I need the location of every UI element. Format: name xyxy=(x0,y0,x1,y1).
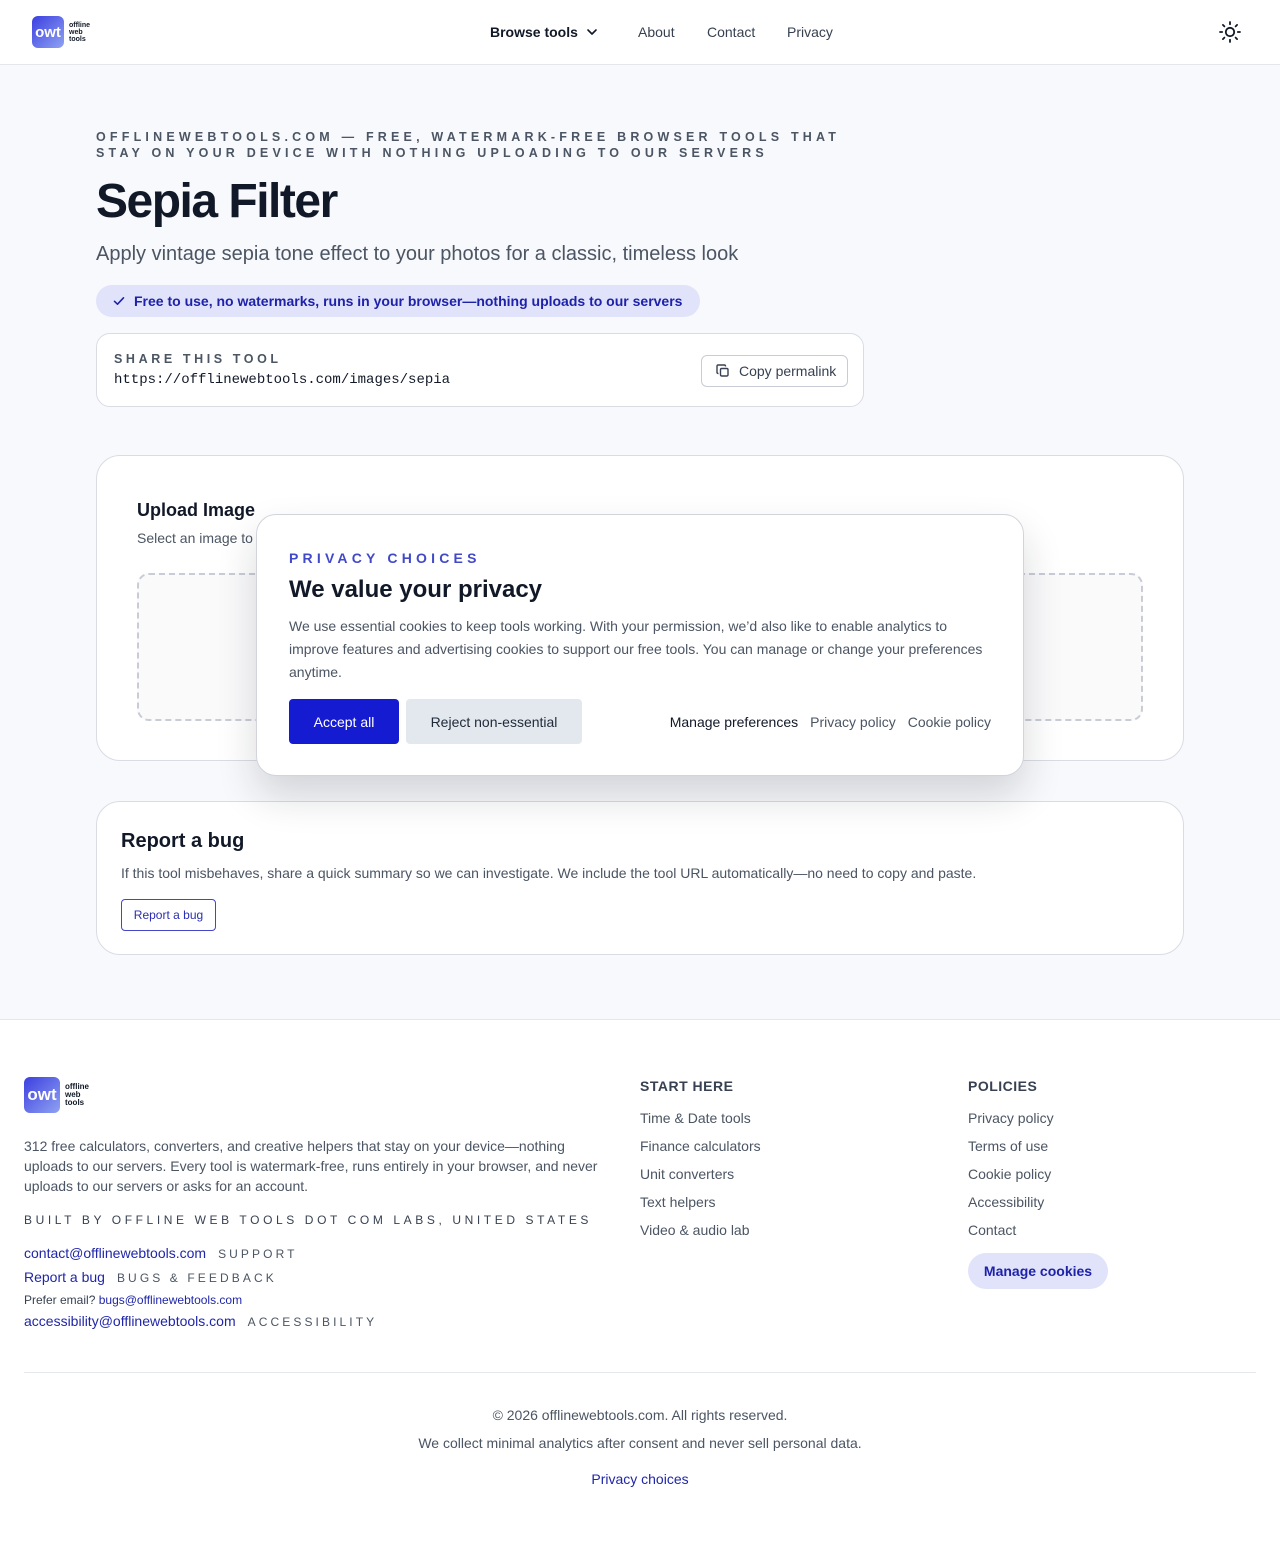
start-here-heading: START HERE xyxy=(640,1078,734,1094)
contact-accessibility-tag: ACCESSIBILITY xyxy=(247,1315,378,1329)
copy-icon xyxy=(716,364,729,377)
accept-all-button[interactable]: Accept all xyxy=(289,699,399,744)
free-badge-text: Free to use, no watermarks, runs in your… xyxy=(134,293,683,309)
site-logo[interactable]: owt offline web tools xyxy=(32,16,90,48)
report-bug-card: Report a bug If this tool misbehaves, sh… xyxy=(96,801,1184,955)
footer-report-bug-link[interactable]: Report a bug xyxy=(24,1269,105,1285)
contact-email-link[interactable]: contact@offlinewebtools.com xyxy=(24,1245,206,1261)
reject-non-essential-button[interactable]: Reject non-essential xyxy=(406,699,582,744)
footer-built-by: BUILT BY OFFLINE WEB TOOLS DOT COM LABS,… xyxy=(24,1213,593,1227)
bug-email-link[interactable]: bugs@offlinewebtools.com xyxy=(99,1293,242,1307)
prefer-email-label: Prefer email? xyxy=(24,1293,96,1307)
free-badge: Free to use, no watermarks, runs in your… xyxy=(96,285,700,317)
nav-about[interactable]: About xyxy=(638,0,675,64)
footer-analytics-note: We collect minimal analytics after conse… xyxy=(418,1435,862,1451)
upload-title: Upload Image xyxy=(137,500,256,520)
privacy-modal-title: We value your privacy xyxy=(289,576,543,603)
accessibility-email-link[interactable]: accessibility@offlinewebtools.com xyxy=(24,1313,236,1329)
hero-eyebrow: OFFLINEWEBTOOLS.COM — FREE, WATERMARK-FR… xyxy=(96,130,841,160)
policies-item[interactable]: Cookie policy xyxy=(968,1166,1051,1182)
report-bug-button[interactable]: Report a bug xyxy=(121,899,216,931)
copy-permalink-button[interactable]: Copy permalink xyxy=(701,355,848,387)
privacy-modal-eyebrow: PRIVACY CHOICES xyxy=(289,550,481,566)
footer-divider xyxy=(24,1372,1256,1373)
contact-support-tag: SUPPORT xyxy=(218,1247,298,1261)
page-subtitle: Apply vintage sepia tone effect to your … xyxy=(96,243,739,265)
start-here-item[interactable]: Unit converters xyxy=(640,1166,734,1182)
check-icon xyxy=(113,297,125,305)
start-here-item[interactable]: Time & Date tools xyxy=(640,1110,751,1126)
privacy-modal: PRIVACY CHOICES We value your privacy We… xyxy=(256,514,1024,776)
footer-logo-words: offline web tools xyxy=(65,1083,89,1107)
privacy-choices-link: Privacy choices xyxy=(0,1471,1280,1487)
logo-mark: owt xyxy=(32,16,64,48)
policies-item[interactable]: Terms of use xyxy=(968,1138,1048,1154)
site-footer: owt offline web tools 312 free calculato… xyxy=(0,1019,1280,1544)
privacy-modal-text: We use essential cookies to keep tools w… xyxy=(289,618,983,680)
cookie-policy-link[interactable]: Cookie policy xyxy=(908,714,991,730)
share-url: https://offlinewebtools.com/images/sepia xyxy=(114,372,451,388)
manage-preferences-link[interactable]: Manage preferences xyxy=(670,714,798,730)
report-bug-text: If this tool misbehaves, share a quick s… xyxy=(121,865,977,881)
site-header: owt offline web tools Browse tools About… xyxy=(0,0,1280,65)
privacy-policy-link[interactable]: Privacy policy xyxy=(810,714,896,730)
nav-browse-label: Browse tools xyxy=(490,24,578,40)
logo-words: offline web tools xyxy=(69,22,90,43)
footer-logo[interactable]: owt offline web tools xyxy=(24,1077,89,1113)
policies-item[interactable]: Privacy policy xyxy=(968,1110,1054,1126)
policies-heading: POLICIES xyxy=(968,1078,1038,1094)
nav-privacy[interactable]: Privacy xyxy=(787,0,833,64)
prefer-email: Prefer email? bugs@offlinewebtools.com xyxy=(24,1293,242,1307)
sun-icon[interactable] xyxy=(1218,20,1242,44)
footer-logo-mark: owt xyxy=(24,1077,60,1113)
copy-permalink-label: Copy permalink xyxy=(739,363,837,379)
privacy-modal-links: Manage preferences Privacy policy Cookie… xyxy=(670,699,991,744)
footer-description: 312 free calculators, converters, and cr… xyxy=(24,1138,598,1194)
nav-browse-tools[interactable]: Browse tools xyxy=(490,0,598,64)
contact-accessibility-row: accessibility@offlinewebtools.com ACCESS… xyxy=(24,1313,377,1329)
report-bug-title: Report a bug xyxy=(121,830,245,852)
share-card: SHARE THIS TOOL https://offlinewebtools.… xyxy=(96,333,864,407)
privacy-choices-label[interactable]: Privacy choices xyxy=(591,1471,688,1487)
contact-support-row: contact@offlinewebtools.com SUPPORT xyxy=(24,1245,298,1261)
contact-bug-row: Report a bug BUGS & FEEDBACK xyxy=(24,1269,277,1285)
start-here-item[interactable]: Text helpers xyxy=(640,1194,715,1210)
policies-item[interactable]: Contact xyxy=(968,1222,1016,1238)
footer-copyright: © 2026 offlinewebtools.com. All rights r… xyxy=(492,1407,788,1423)
contact-bug-tag: BUGS & FEEDBACK xyxy=(116,1271,277,1285)
share-label: SHARE THIS TOOL xyxy=(114,352,282,366)
manage-cookies-button[interactable]: Manage cookies xyxy=(968,1253,1108,1289)
chevron-down-icon xyxy=(587,29,597,35)
policies-item[interactable]: Accessibility xyxy=(968,1194,1044,1210)
logo-word-tools: tools xyxy=(69,35,86,43)
footer-logo-word-tools: tools xyxy=(65,1098,85,1107)
nav-contact[interactable]: Contact xyxy=(707,0,755,64)
page-title: Sepia Filter xyxy=(96,175,338,228)
logo-word-web: web xyxy=(69,28,83,36)
start-here-item[interactable]: Video & audio lab xyxy=(640,1222,750,1238)
upload-subtitle: Select an image to xyxy=(137,530,253,546)
start-here-item[interactable]: Finance calculators xyxy=(640,1138,761,1154)
logo-word-offline: offline xyxy=(69,21,90,29)
